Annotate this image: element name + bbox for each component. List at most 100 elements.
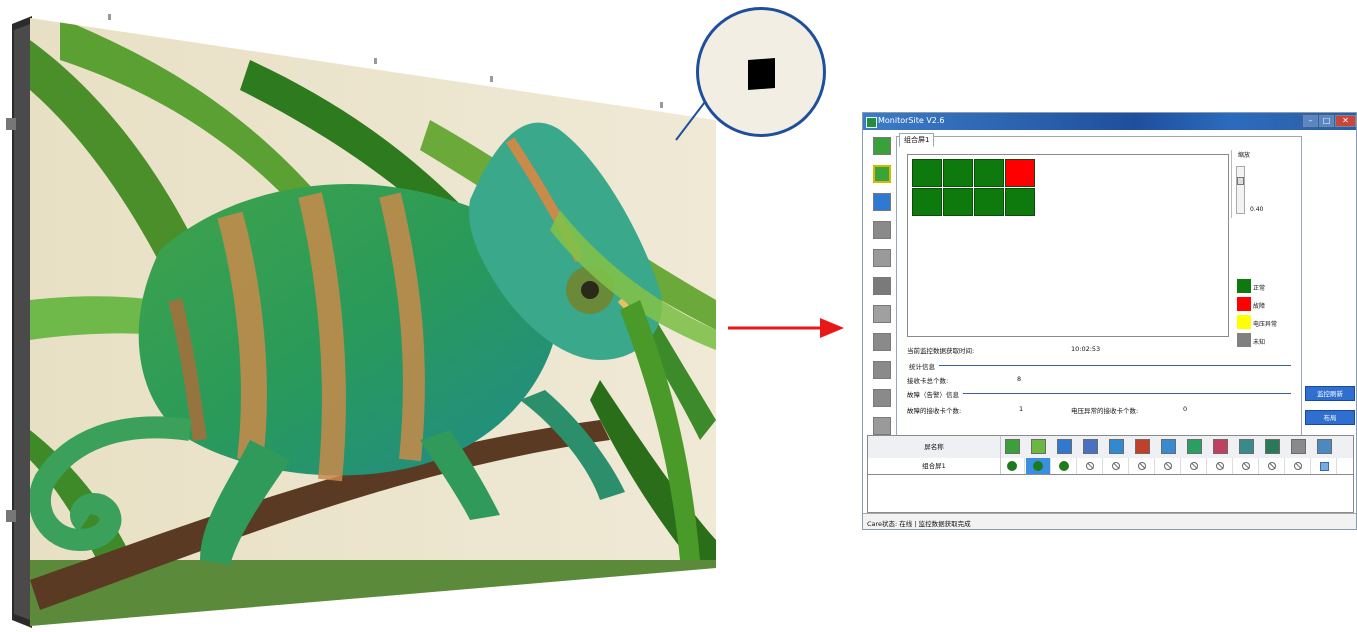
legend-swatch-unknown (1237, 333, 1251, 347)
close-button[interactable]: ✕ (1335, 115, 1356, 127)
receiving-card-cell-normal[interactable] (943, 188, 973, 216)
fetch-time-value: 10:02:53 (1071, 345, 1101, 353)
status-cell[interactable] (1078, 458, 1103, 474)
status-cell[interactable] (1234, 458, 1259, 474)
title-bar[interactable]: MonitorSite V2.6 – □ ✕ (863, 113, 1356, 130)
legend-swatch-voltage (1237, 315, 1251, 329)
status-cell[interactable] (1286, 458, 1311, 474)
module-icon[interactable] (1031, 439, 1046, 454)
legend-label-normal: 正常 (1253, 285, 1266, 292)
smoke-icon[interactable] (1109, 439, 1124, 454)
zoom-slider-thumb[interactable] (1237, 177, 1244, 185)
table-row[interactable]: 组合屏1 (868, 458, 1353, 474)
receiving-card-cell-normal[interactable] (912, 188, 942, 216)
legend-label-unknown: 未知 (1253, 339, 1266, 346)
voltage-icon[interactable] (1187, 439, 1202, 454)
legend-swatch-normal (1237, 279, 1251, 293)
receiving-card-cell-normal[interactable] (974, 188, 1004, 216)
led-panel-illustration (6, 14, 716, 628)
card-total-value: 8 (1017, 375, 1022, 383)
not-available-icon (1190, 462, 1198, 470)
status-ok-icon (1059, 461, 1069, 471)
fault-separator (963, 393, 1291, 394)
status-cell[interactable] (1026, 458, 1051, 474)
status-cell[interactable] (1208, 458, 1233, 474)
cabinet-door-icon[interactable] (873, 277, 891, 295)
status-bar: Care状态: 在线 | 监控数据获取完成 (863, 513, 1356, 529)
not-available-icon (1242, 462, 1250, 470)
exit-icon[interactable] (1239, 439, 1254, 454)
fault-card-label: 故障的接收卡个数: (907, 407, 962, 415)
exit-icon[interactable] (873, 389, 891, 407)
humidity-icon[interactable] (873, 221, 891, 239)
status-cell[interactable] (1156, 458, 1181, 474)
humidity-icon[interactable] (1083, 439, 1098, 454)
fault-card-value: 1 (1019, 405, 1024, 413)
keyboard-icon[interactable] (1265, 439, 1280, 454)
status-cell[interactable] (1104, 458, 1129, 474)
stats-separator (939, 365, 1291, 366)
voltage-icon[interactable] (873, 333, 891, 351)
network-icon[interactable] (1317, 439, 1332, 454)
minimize-button[interactable]: – (1303, 115, 1318, 127)
fault-header: 故障（告警）信息 (907, 391, 959, 399)
temperature-icon[interactable] (873, 193, 891, 211)
card-total-label: 接收卡总个数: (907, 377, 949, 385)
row-screen-name: 组合屏1 (868, 458, 1001, 474)
not-available-icon (1112, 462, 1120, 470)
magnet-icon[interactable] (873, 361, 891, 379)
arrow-right-icon (728, 318, 844, 338)
app-icon (866, 117, 877, 128)
monitor-refresh-button[interactable]: 监控刷新 (1305, 386, 1355, 401)
table-empty-area (867, 475, 1354, 513)
window-title: MonitorSite V2.6 (878, 116, 945, 125)
fan-icon[interactable] (873, 305, 891, 323)
temperature-icon[interactable] (1057, 439, 1072, 454)
status-cell[interactable] (1130, 458, 1155, 474)
led-pixel (748, 58, 775, 90)
receiving-card-cell-normal[interactable] (912, 159, 942, 187)
led-panel-photo (0, 0, 826, 632)
column-header-screen-name[interactable]: 屏名称 (868, 436, 1001, 458)
smoke-icon[interactable] (873, 249, 891, 267)
module-icon[interactable] (873, 165, 891, 183)
stats-header: 统计信息 (909, 363, 935, 371)
monitorsite-window: MonitorSite V2.6 – □ ✕ 组合屏1 缩放 0.40 正常 故… (862, 112, 1357, 530)
status-ok-icon (1033, 461, 1043, 471)
monitor-toolbar (869, 135, 895, 453)
magnet-icon[interactable] (1213, 439, 1228, 454)
zoom-slider[interactable] (1236, 166, 1245, 214)
screen-status-table: 屏名称 组合屏1 (867, 435, 1354, 475)
not-available-icon (1294, 462, 1302, 470)
legend-label-voltage: 电压异常 (1253, 321, 1278, 328)
tab-screen-group[interactable]: 组合屏1 (899, 133, 935, 147)
not-available-icon (1138, 462, 1146, 470)
maximize-button[interactable]: □ (1319, 115, 1334, 127)
zoom-value: 0.40 (1250, 206, 1264, 213)
status-cell[interactable] (1052, 458, 1077, 474)
keyboard-icon[interactable] (873, 417, 891, 435)
cabinet-door-icon[interactable] (1135, 439, 1150, 454)
status-ok-icon (1007, 461, 1017, 471)
receiving-card-cell-normal[interactable] (1005, 188, 1035, 216)
receiving-card-icon[interactable] (873, 137, 891, 155)
status-cell[interactable] (1182, 458, 1207, 474)
zoom-label: 缩放 (1238, 152, 1251, 159)
table-header-row: 屏名称 (868, 436, 1353, 459)
receiving-card-icon[interactable] (1005, 439, 1020, 454)
voltage-card-label: 电压异常的接收卡个数: (1071, 407, 1139, 415)
fan-icon[interactable] (1161, 439, 1176, 454)
receiving-card-cell-fault[interactable] (1005, 159, 1035, 187)
fetch-time-label: 当前监控数据获取时间: (907, 347, 975, 355)
screen-layout-canvas[interactable] (907, 154, 1229, 337)
receiving-card-cell-normal[interactable] (943, 159, 973, 187)
status-cell[interactable] (1312, 458, 1337, 474)
zoom-control: 缩放 0.40 (1231, 150, 1298, 218)
video-card-icon[interactable] (1291, 439, 1306, 454)
receiving-card-cell-normal[interactable] (974, 159, 1004, 187)
legend-swatch-fault (1237, 297, 1251, 311)
status-cell[interactable] (1260, 458, 1285, 474)
status-cell[interactable] (1000, 458, 1025, 474)
layout-button[interactable]: 布局 (1305, 410, 1355, 425)
status-info-icon (1320, 462, 1329, 471)
